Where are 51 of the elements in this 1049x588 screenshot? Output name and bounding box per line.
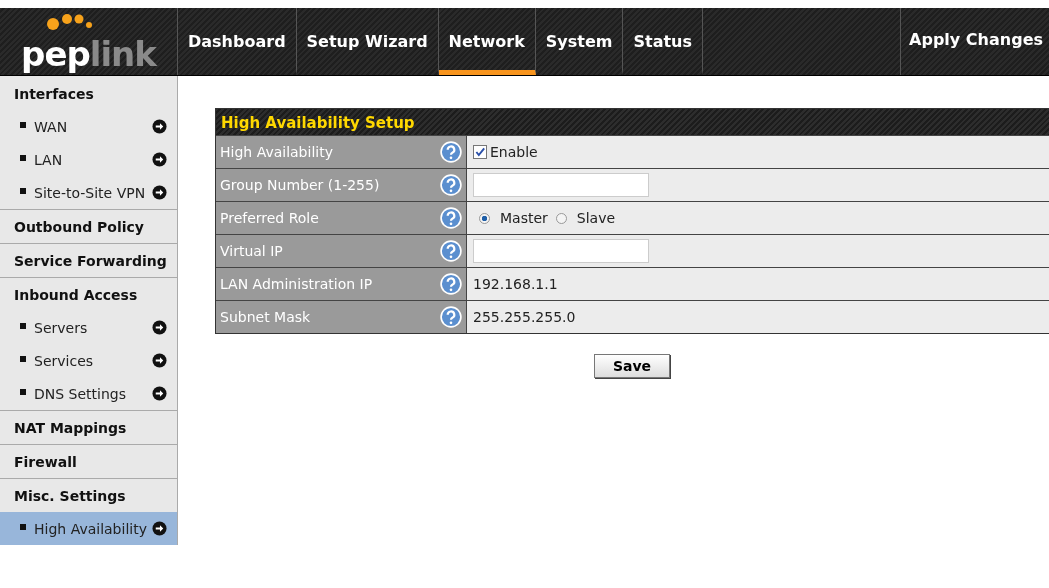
help-icon[interactable]	[440, 306, 462, 328]
field-label: Virtual IP	[220, 243, 283, 259]
input-field[interactable]	[473, 173, 649, 197]
sidebar-item[interactable]: Servers	[0, 311, 177, 344]
radio-button[interactable]	[555, 212, 567, 224]
bullet-icon	[20, 188, 26, 194]
sidebar-item[interactable]: LAN	[0, 143, 177, 176]
nav-tab[interactable]: Status	[623, 8, 703, 75]
sidebar-item[interactable]: Site-to-Site VPN	[0, 176, 177, 209]
sidebar-item[interactable]: WAN	[0, 110, 177, 143]
checkbox[interactable]	[473, 145, 487, 159]
sidebar-heading[interactable]: Inbound Access	[0, 277, 177, 311]
field-label: Subnet Mask	[220, 309, 311, 325]
help-icon[interactable]	[440, 174, 462, 196]
field-value: 255.255.255.0	[473, 309, 576, 325]
panel-title: High Availability Setup	[216, 109, 1049, 135]
field-label: Preferred Role	[220, 210, 319, 226]
help-icon[interactable]	[440, 240, 462, 262]
sidebar-heading[interactable]: Outbound Policy	[0, 209, 177, 243]
sidebar-item[interactable]: DNS Settings	[0, 377, 177, 410]
field-value: 192.168.1.1	[473, 276, 558, 292]
logo: peplink	[0, 8, 178, 75]
radio-label: Slave	[576, 210, 616, 226]
nav-tab[interactable]: Setup Wizard	[296, 8, 439, 75]
save-button[interactable]: Save	[593, 354, 671, 378]
checkbox-label: Enable	[490, 144, 538, 160]
field-label: High Availability	[220, 144, 333, 160]
radio-button[interactable]	[479, 212, 490, 224]
radio-label: Master	[500, 210, 548, 226]
sidebar-heading[interactable]: Interfaces	[0, 76, 177, 110]
sidebar-heading[interactable]: NAT Mappings	[0, 410, 177, 444]
bullet-icon	[20, 356, 26, 362]
input-field[interactable]	[473, 239, 649, 263]
sidebar-item[interactable]: High Availability	[0, 512, 177, 545]
nav-tab[interactable]: Network	[438, 8, 536, 75]
bullet-icon	[20, 389, 26, 395]
help-icon[interactable]	[440, 207, 462, 229]
bullet-icon	[20, 122, 26, 128]
sidebar-item[interactable]: Services	[0, 344, 177, 377]
nav-tab[interactable]: Dashboard	[178, 8, 297, 75]
bullet-icon	[20, 524, 26, 530]
nav-tab[interactable]: System	[535, 8, 624, 75]
apply-changes-tab[interactable]: Apply Changes	[901, 8, 1049, 75]
field-label: Group Number (1-255)	[220, 177, 380, 193]
bullet-icon	[20, 323, 26, 329]
field-label: LAN Administration IP	[220, 276, 373, 292]
sidebar-heading[interactable]: Firewall	[0, 444, 177, 478]
help-icon[interactable]	[440, 141, 462, 163]
bullet-icon	[20, 155, 26, 161]
help-icon[interactable]	[440, 273, 462, 295]
sidebar-heading[interactable]: Service Forwarding	[0, 243, 177, 277]
